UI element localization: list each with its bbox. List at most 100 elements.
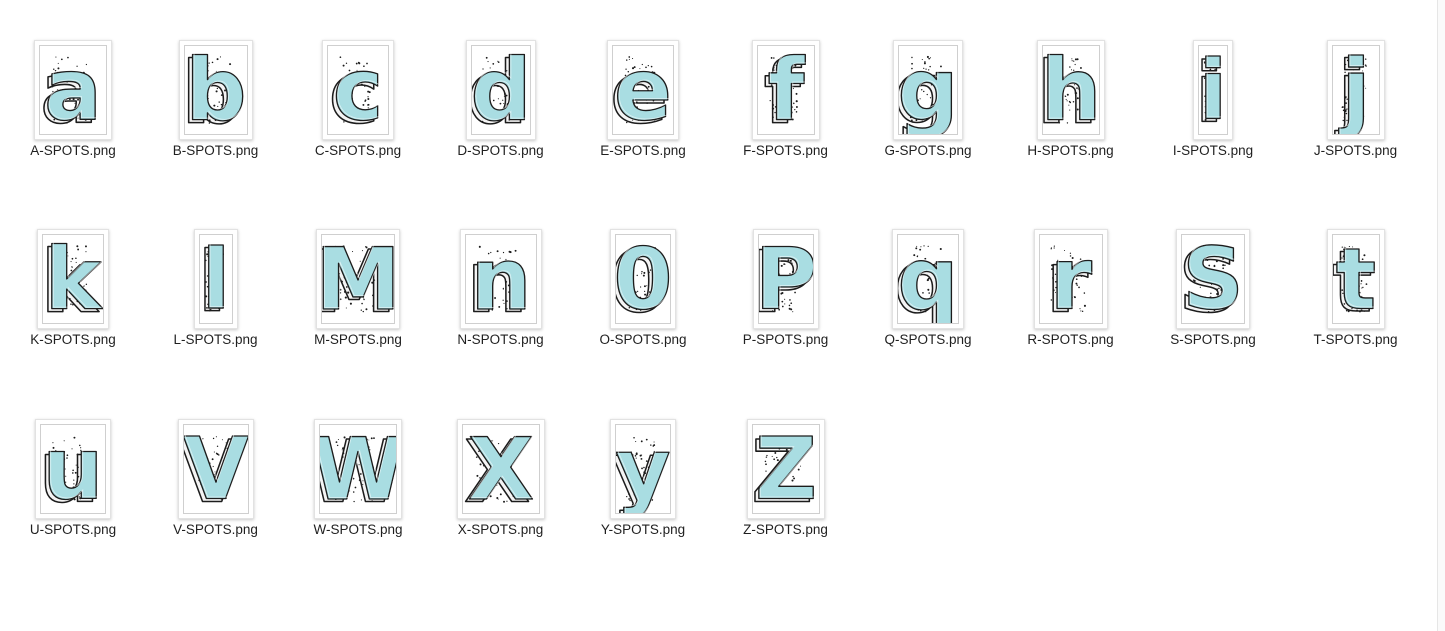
file-name-label[interactable]: U-SPOTS.png [3, 522, 143, 537]
file-thumbnail[interactable]: fff [751, 40, 820, 140]
file-thumbnail[interactable]: ggg [893, 40, 963, 140]
file-thumbnail[interactable]: MMM [316, 229, 400, 329]
file-name-label[interactable]: R-SPOTS.png [1001, 332, 1141, 347]
file-item[interactable]: W W W W-SPOTS.png [298, 389, 418, 539]
file-name-label[interactable]: Y-SPOTS.png [573, 522, 713, 537]
file-item[interactable]: y y y Y-SPOTS.png [583, 389, 703, 539]
letter-d-icon: ddd [472, 46, 530, 134]
file-item[interactable]: k k k K-SPOTS.png [13, 199, 133, 349]
file-name-label[interactable]: C-SPOTS.png [288, 143, 428, 158]
svg-text:l: l [203, 234, 231, 324]
thumbnail-slot: uuu [13, 399, 133, 519]
file-item[interactable]: Z Z Z Z-SPOTS.png [726, 389, 846, 539]
file-thumbnail[interactable]: PPP [752, 229, 819, 329]
file-name-label[interactable]: F-SPOTS.png [716, 143, 856, 158]
file-name-label[interactable]: B-SPOTS.png [146, 143, 286, 158]
thumbnail-slot: ttt [1296, 209, 1416, 329]
file-item[interactable]: q q q Q-SPOTS.png [868, 199, 988, 349]
file-item[interactable]: M M M M-SPOTS.png [298, 199, 418, 349]
file-item[interactable]: X X X X-SPOTS.png [441, 389, 561, 539]
file-thumbnail[interactable]: lll [193, 229, 238, 329]
thumbnail-slot: bbb [156, 20, 276, 140]
file-name-label[interactable]: O-SPOTS.png [573, 332, 713, 347]
file-name-label[interactable]: W-SPOTS.png [288, 522, 428, 537]
file-name-label[interactable]: V-SPOTS.png [146, 522, 286, 537]
file-thumbnail[interactable]: ZZZ [746, 419, 825, 519]
letter-l-icon: lll [200, 235, 232, 323]
letter-r-icon: rrr [1045, 235, 1094, 323]
file-item[interactable]: a a a A-SPOTS.png [13, 10, 133, 160]
file-name-label[interactable]: N-SPOTS.png [431, 332, 571, 347]
file-item[interactable]: 0 0 0 O-SPOTS.png [583, 199, 703, 349]
file-thumbnail[interactable]: jjj [1326, 40, 1385, 140]
file-item[interactable]: d d d D-SPOTS.png [441, 10, 561, 160]
file-item[interactable]: S S S S-SPOTS.png [1153, 199, 1273, 349]
file-name-label[interactable]: H-SPOTS.png [1001, 143, 1141, 158]
file-thumbnail[interactable]: qqq [892, 229, 964, 329]
file-thumbnail[interactable]: eee [607, 40, 679, 140]
file-item[interactable]: r r r R-SPOTS.png [1011, 199, 1131, 349]
file-name-label[interactable]: I-SPOTS.png [1143, 143, 1283, 158]
file-item[interactable]: l l l L-SPOTS.png [156, 199, 276, 349]
file-item[interactable]: c c c C-SPOTS.png [298, 10, 418, 160]
file-item[interactable]: b b b B-SPOTS.png [156, 10, 276, 160]
file-name-label[interactable]: T-SPOTS.png [1286, 332, 1426, 347]
thumbnail-image-frame: VVV [182, 424, 249, 514]
svg-text:e: e [616, 45, 674, 135]
file-thumbnail[interactable]: nnn [459, 229, 542, 329]
file-name-label[interactable]: Z-SPOTS.png [716, 522, 856, 537]
letter-v-icon: VVV [184, 425, 248, 513]
file-thumbnail[interactable]: SSS [1176, 229, 1250, 329]
file-name-label[interactable]: A-SPOTS.png [3, 143, 143, 158]
file-thumbnail[interactable]: kkk [37, 229, 109, 329]
file-name-label[interactable]: E-SPOTS.png [573, 143, 713, 158]
thumbnail-slot: yyy [583, 399, 703, 519]
file-thumbnail[interactable]: uuu [35, 419, 111, 519]
file-name-label[interactable]: P-SPOTS.png [716, 332, 856, 347]
thumbnail-image-frame: 000 [615, 234, 671, 324]
file-thumbnail[interactable]: ccc [322, 40, 394, 140]
svg-text:X: X [469, 424, 535, 514]
file-thumbnail[interactable]: XXX [456, 419, 545, 519]
file-item[interactable]: i i i I-SPOTS.png [1153, 10, 1273, 160]
file-item[interactable]: e e e E-SPOTS.png [583, 10, 703, 160]
file-item[interactable]: j j j J-SPOTS.png [1296, 10, 1416, 160]
file-name-label[interactable]: K-SPOTS.png [3, 332, 143, 347]
thumbnail-slot: SSS [1153, 209, 1273, 329]
file-name-label[interactable]: D-SPOTS.png [431, 143, 571, 158]
file-item[interactable]: n n n N-SPOTS.png [441, 199, 561, 349]
svg-text:k: k [46, 234, 104, 324]
thumbnail-slot: fff [726, 20, 846, 140]
file-thumbnail[interactable]: VVV [177, 419, 254, 519]
file-thumbnail[interactable]: aaa [34, 40, 112, 140]
file-name-label[interactable]: L-SPOTS.png [146, 332, 286, 347]
svg-text:b: b [186, 45, 247, 135]
file-thumbnail[interactable]: rrr [1033, 229, 1108, 329]
file-name-label[interactable]: M-SPOTS.png [288, 332, 428, 347]
file-item[interactable]: u u u U-SPOTS.png [13, 389, 133, 539]
svg-text:t: t [1337, 234, 1377, 324]
file-name-label[interactable]: Q-SPOTS.png [858, 332, 998, 347]
file-thumbnail[interactable]: 000 [610, 229, 676, 329]
file-thumbnail[interactable]: hhh [1036, 40, 1105, 140]
file-item[interactable]: t t t T-SPOTS.png [1296, 199, 1416, 349]
file-thumbnail[interactable]: bbb [178, 40, 253, 140]
file-item[interactable]: P P P P-SPOTS.png [726, 199, 846, 349]
file-thumbnail[interactable]: ttt [1326, 229, 1385, 329]
file-name-label[interactable]: G-SPOTS.png [858, 143, 998, 158]
file-item[interactable]: g g g G-SPOTS.png [868, 10, 988, 160]
file-name-label[interactable]: S-SPOTS.png [1143, 332, 1283, 347]
file-item[interactable]: V V V V-SPOTS.png [156, 389, 276, 539]
svg-text:d: d [471, 45, 530, 135]
svg-text:c: c [334, 45, 385, 135]
file-thumbnail[interactable]: yyy [610, 419, 676, 519]
file-name-label[interactable]: J-SPOTS.png [1286, 143, 1426, 158]
file-item[interactable]: f f f F-SPOTS.png [726, 10, 846, 160]
file-name-label[interactable]: X-SPOTS.png [431, 522, 571, 537]
file-item[interactable]: h h h H-SPOTS.png [1011, 10, 1131, 160]
file-thumbnail[interactable]: iii [1193, 40, 1233, 140]
file-thumbnail[interactable]: ddd [465, 40, 536, 140]
svg-text:j: j [1339, 45, 1371, 135]
file-thumbnail[interactable]: WWW [314, 419, 402, 519]
vertical-scrollbar[interactable] [1437, 0, 1445, 631]
